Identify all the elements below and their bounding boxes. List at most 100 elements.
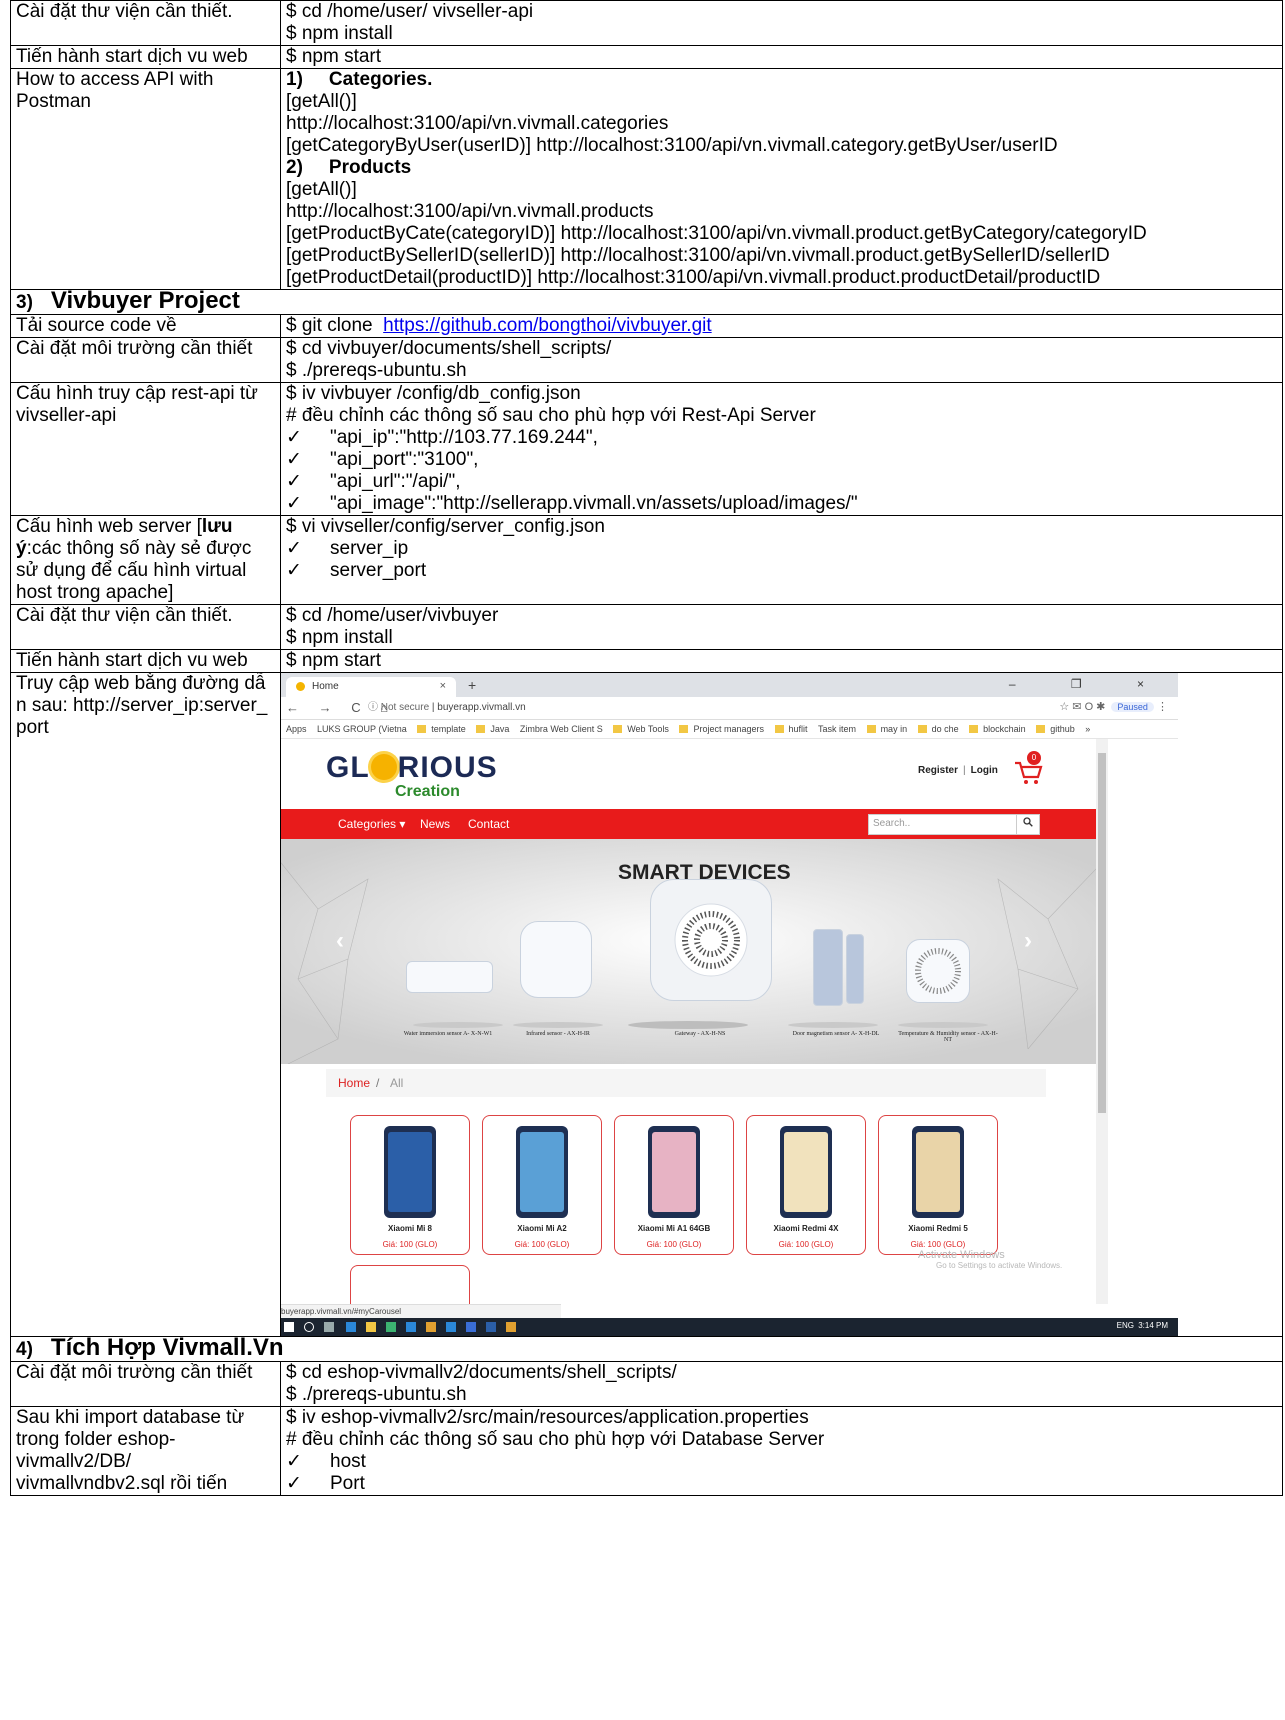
command-line: $ cd eshop-vivmallv2/documents/shell_scr… (286, 1362, 677, 1384)
vscode-icon[interactable] (466, 1322, 476, 1332)
bookmark[interactable]: blockchain (969, 720, 1026, 738)
product-name: Xiaomi Mi A1 64GB (637, 1224, 711, 1233)
row-label: Tải source code về (10, 314, 281, 338)
row-prereqs-2: Cài đặt môi trường cần thiết $ cd eshop-… (10, 1361, 1283, 1407)
url-field[interactable]: ⓘ Not secure | buyerapp.vivmall.vn (368, 699, 968, 716)
device-caption: Door magnetism sensor A- X-H-DL (792, 1031, 880, 1037)
product-card[interactable]: Xiaomi Mi A1 64GB Giá: 100 (GLO) (614, 1115, 734, 1255)
explorer-icon[interactable] (366, 1322, 376, 1332)
chrome-icon[interactable] (506, 1322, 516, 1332)
product-price: Giá: 100 (GLO) (382, 1240, 438, 1249)
sensor-grille-icon (915, 948, 961, 994)
bookmark[interactable]: may in (867, 720, 908, 738)
subheading-products: 2) Products (286, 157, 412, 178)
logo-subtitle: Creation (395, 783, 460, 800)
browser-tab[interactable]: Home × (286, 677, 456, 697)
start-icon[interactable] (284, 1322, 294, 1332)
breadcrumb-separator: / (376, 1076, 380, 1090)
language-indicator[interactable]: ENG (1117, 1321, 1134, 1330)
close-tab-icon[interactable]: × (440, 680, 446, 692)
row-content: $ npm start (280, 649, 1283, 673)
app-icon[interactable] (446, 1322, 456, 1332)
bookmark-apps[interactable]: Apps (286, 720, 307, 738)
check-item: ✓ "api_image":"http://sellerapp.vivmall.v… (286, 493, 858, 514)
word-icon[interactable] (486, 1322, 496, 1332)
api-line: [getProductDetail(productID)] http://loc… (286, 267, 1101, 288)
temperature-sensor-image (906, 939, 970, 1003)
bookmarks-overflow[interactable]: » (1085, 720, 1090, 738)
product-price: Giá: 100 (GLO) (910, 1240, 966, 1249)
section-heading: 4) Tích Hợp Vivmall.Vn (10, 1336, 1283, 1362)
subheading-categories: 1) Categories. (286, 69, 433, 91)
product-card[interactable]: Xiaomi Mi 8 Giá: 100 (GLO) (350, 1115, 470, 1255)
site-logo[interactable]: GL RIOUS (326, 751, 498, 785)
product-card[interactable] (350, 1265, 470, 1304)
cart-count-badge: 0 (1027, 751, 1041, 765)
menu-news[interactable]: News (420, 817, 450, 831)
check-item: ✓ "api_url":"/api/", (286, 471, 461, 492)
bookmark[interactable]: do che (918, 720, 959, 738)
bookmark[interactable]: Project managers (679, 720, 764, 738)
search-taskbar-icon[interactable] (304, 1322, 314, 1332)
device-caption: Gateway - AX-H-NS (674, 1031, 726, 1037)
carousel-prev-icon[interactable]: ‹ (336, 927, 344, 955)
row-label: Cài đặt môi trường cần thiết (10, 1361, 281, 1407)
product-card[interactable]: Xiaomi Redmi 5 Giá: 100 (GLO) (878, 1115, 998, 1255)
carousel-next-icon[interactable]: › (1024, 927, 1032, 955)
section-heading: 3) Vivbuyer Project (10, 289, 1283, 315)
new-tab-button[interactable]: + (468, 677, 476, 693)
row-install-libs: Cài đặt thư viện cần thiết. $ cd /home/u… (10, 0, 1283, 46)
login-link[interactable]: Login (971, 765, 998, 776)
breadcrumb-home[interactable]: Home (338, 1076, 370, 1090)
site-search-input[interactable]: Search.. (868, 814, 1040, 835)
row-label: How to access API with Postman (10, 68, 281, 290)
api-line: [getProductBySellerID(sellerID)] http://… (286, 245, 1110, 266)
check-icon: ✓ (286, 560, 302, 581)
bookmark[interactable]: Java (476, 720, 509, 738)
row-content: 1) Categories. [getAll()] http://localhos… (280, 68, 1283, 290)
paused-badge: Paused (1111, 702, 1154, 712)
command-line: $ ./prereqs-ubuntu.sh (286, 360, 467, 381)
command-line: $ vi vivseller/config/server_config.json (286, 516, 605, 538)
product-card[interactable]: Xiaomi Mi A2 Giá: 100 (GLO) (482, 1115, 602, 1255)
bookmark[interactable]: Zimbra Web Client S (520, 720, 603, 738)
taskbar-clock[interactable]: 3:14 PM (1138, 1321, 1168, 1330)
device-caption: Temperature & Humidity sensor - AX-H-NT (898, 1031, 998, 1043)
app-icon[interactable] (386, 1322, 396, 1332)
repo-link[interactable]: https://github.com/bongthoi/vivbuyer.git (383, 316, 711, 337)
product-card[interactable]: Xiaomi Redmi 4X Giá: 100 (GLO) (746, 1115, 866, 1255)
bookmark[interactable]: LUKS GROUP (Vietna (317, 720, 407, 738)
app-icon[interactable] (406, 1322, 416, 1332)
window-controls[interactable]: – ❐ × (1009, 677, 1170, 691)
page-scrollbar[interactable] (1096, 739, 1108, 1304)
check-icon: ✓ (286, 1473, 302, 1494)
phone-screen (388, 1132, 432, 1212)
menu-categories[interactable]: Categories ▾ (338, 817, 405, 831)
command-line: $ npm start (286, 46, 382, 68)
command-line: $ iv vivbuyer /config/db_config.json (286, 383, 581, 405)
product-name: Xiaomi Redmi 4X (773, 1224, 839, 1233)
check-icon: ✓ (286, 1451, 302, 1472)
bookmark[interactable]: Task item (818, 720, 856, 738)
edge-icon[interactable] (346, 1322, 356, 1332)
search-icon[interactable] (1016, 815, 1039, 834)
task-view-icon[interactable] (324, 1322, 334, 1332)
bookmark[interactable]: github (1036, 720, 1075, 738)
row-content: $ npm start (280, 45, 1283, 69)
api-line: http://localhost:3100/api/vn.vivmall.pro… (286, 201, 654, 222)
scrollbar-thumb[interactable] (1098, 753, 1106, 1113)
bookmark[interactable]: huflit (775, 720, 808, 738)
check-icon: ✓ (286, 471, 302, 492)
gateway-image (650, 879, 772, 1001)
chrome-icon[interactable] (426, 1322, 436, 1332)
bookmark[interactable]: template (417, 720, 466, 738)
bookmark[interactable]: Web Tools (613, 720, 669, 738)
toolbar-icons[interactable]: ☆ ✉ O ✱ Paused ⋮ (1059, 700, 1168, 713)
row-label: Tiến hành start dịch vu web (10, 649, 281, 673)
cart-button[interactable]: 0 (1013, 751, 1043, 787)
row-web-server-config: Cấu hình web server [lưu ý:các thông số … (10, 515, 1283, 605)
register-link[interactable]: Register (918, 765, 958, 776)
menu-contact[interactable]: Contact (468, 817, 509, 831)
api-line: http://localhost:3100/api/vn.vivmall.cat… (286, 113, 669, 134)
row-db-config: Sau khi import database từ trong folder … (10, 1406, 1283, 1496)
